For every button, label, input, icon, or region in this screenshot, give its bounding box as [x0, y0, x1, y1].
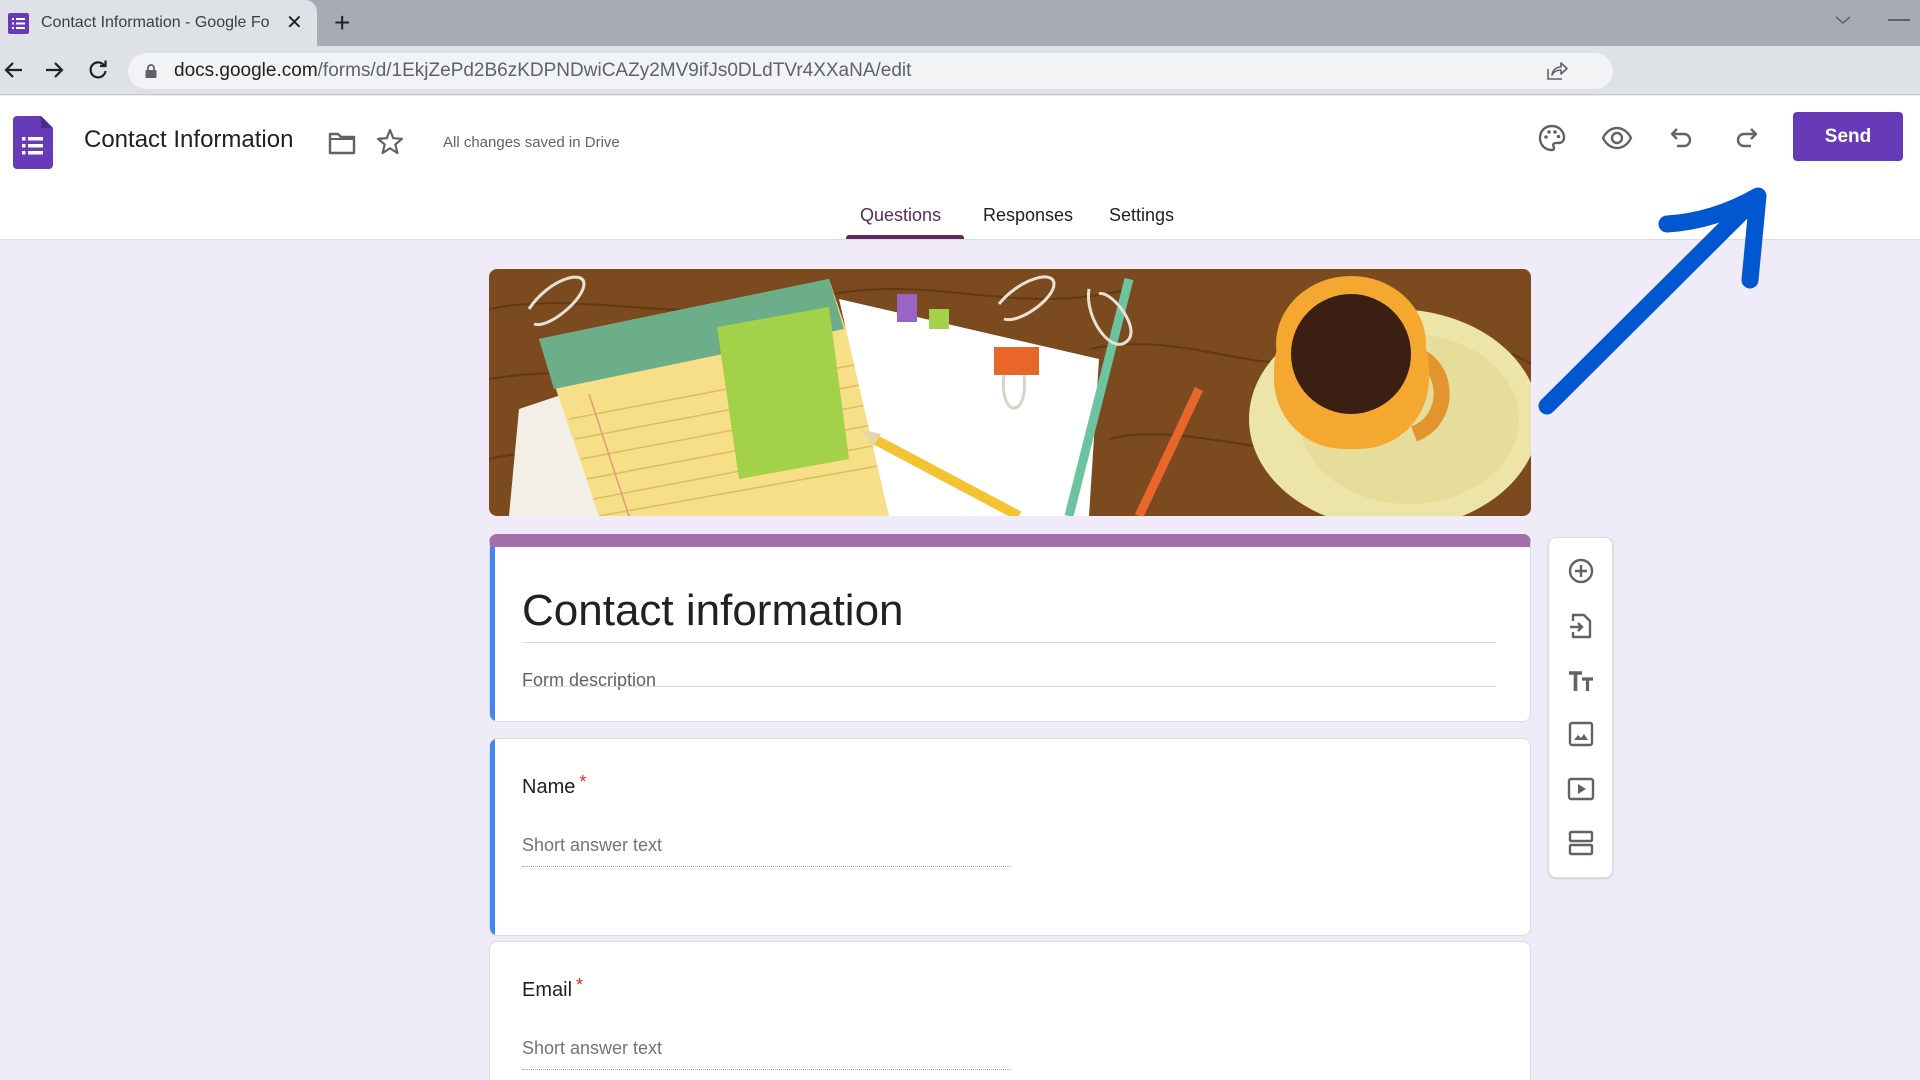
- reload-button[interactable]: [84, 56, 112, 84]
- required-asterisk: *: [576, 975, 584, 995]
- redo-icon: [1736, 128, 1758, 148]
- redo-button[interactable]: [1730, 122, 1762, 154]
- send-button[interactable]: Send: [1793, 112, 1903, 161]
- question-card-indicator: [490, 739, 495, 935]
- tab-search-chevron-icon[interactable]: [1833, 10, 1853, 30]
- arrow-right-icon: [46, 62, 64, 78]
- add-circle-icon: [1568, 558, 1594, 584]
- document-title[interactable]: Contact Information: [84, 126, 293, 154]
- forward-button[interactable]: [40, 56, 68, 84]
- section-icon: [1568, 830, 1594, 856]
- folder-icon[interactable]: [328, 130, 356, 156]
- question-card-email[interactable]: Email * Short answer text: [489, 941, 1531, 1080]
- google-forms-favicon: [8, 12, 29, 34]
- tab-questions[interactable]: Questions: [860, 205, 941, 226]
- url-text: docs.google.com/forms/d/1EkjZePd2B6zKDPN…: [174, 60, 911, 82]
- add-section-button[interactable]: [1565, 827, 1597, 859]
- share-icon[interactable]: [1546, 61, 1568, 81]
- minimize-window-button[interactable]: [1888, 19, 1910, 21]
- active-card-indicator: [490, 547, 495, 721]
- google-forms-logo[interactable]: [13, 116, 53, 169]
- add-title-description-button[interactable]: [1565, 665, 1597, 697]
- form-description-underline: [522, 686, 1496, 687]
- required-asterisk: *: [579, 772, 587, 792]
- active-tab-indicator: [846, 235, 964, 239]
- import-icon: [1570, 613, 1592, 639]
- lock-icon: [145, 64, 157, 78]
- form-description-input[interactable]: Form description: [522, 670, 656, 691]
- back-button[interactable]: [0, 56, 28, 84]
- url-host: docs.google.com: [174, 60, 318, 81]
- browser-toolbar: docs.google.com/forms/d/1EkjZePd2B6zKDPN…: [0, 46, 1920, 95]
- question-title[interactable]: Name *: [522, 772, 586, 799]
- eye-icon: [1601, 126, 1633, 150]
- undo-button[interactable]: [1666, 122, 1698, 154]
- question-card-name[interactable]: Name * Short answer text: [489, 738, 1531, 936]
- address-bar-overflow: [1718, 53, 1741, 89]
- arrow-left-icon: [4, 62, 22, 78]
- add-question-button[interactable]: [1565, 555, 1597, 587]
- tab-settings[interactable]: Settings: [1109, 205, 1174, 226]
- star-icon[interactable]: [376, 128, 404, 156]
- add-video-button[interactable]: [1565, 773, 1597, 805]
- import-questions-button[interactable]: [1565, 610, 1597, 642]
- undo-icon: [1670, 128, 1692, 148]
- browser-tab[interactable]: Contact Information - Google Fo ✕: [0, 0, 317, 46]
- browser-tab-title: Contact Information - Google Fo: [41, 14, 270, 31]
- add-image-button[interactable]: [1565, 718, 1597, 750]
- new-tab-button[interactable]: +: [334, 8, 350, 38]
- form-title-underline: [522, 642, 1496, 643]
- preview-button[interactable]: [1601, 122, 1633, 154]
- address-bar[interactable]: docs.google.com/forms/d/1EkjZePd2B6zKDPN…: [128, 53, 1741, 89]
- question-title[interactable]: Email *: [522, 975, 583, 1002]
- short-answer-placeholder: Short answer text: [522, 1038, 663, 1058]
- reload-icon: [89, 60, 107, 79]
- question-label: Name: [522, 776, 576, 798]
- text-format-icon: [1569, 671, 1593, 691]
- url-path: /forms/d/1EkjZePd2B6zKDPNDwiCAZy2MV9ifJs…: [317, 60, 912, 81]
- short-answer-placeholder: Short answer text: [522, 835, 663, 855]
- question-label: Email: [522, 979, 573, 1001]
- question-tool-panel: [1548, 537, 1613, 878]
- close-tab-icon[interactable]: ✕: [286, 11, 303, 35]
- short-answer-underline: [522, 866, 1010, 867]
- forms-header: Contact Information All changes saved in…: [0, 96, 1920, 240]
- tab-responses[interactable]: Responses: [983, 205, 1073, 226]
- image-icon: [1568, 721, 1594, 747]
- video-icon: [1567, 777, 1595, 801]
- form-header-image: [489, 269, 1531, 516]
- form-title-card[interactable]: Contact information Form description: [489, 534, 1531, 722]
- save-status: All changes saved in Drive: [443, 134, 620, 151]
- short-answer-underline: [522, 1069, 1010, 1070]
- customize-theme-button[interactable]: [1536, 122, 1568, 154]
- form-title-input[interactable]: Contact information: [522, 586, 904, 636]
- browser-tab-strip: Contact Information - Google Fo ✕ +: [0, 0, 1920, 46]
- palette-icon: [1538, 124, 1566, 152]
